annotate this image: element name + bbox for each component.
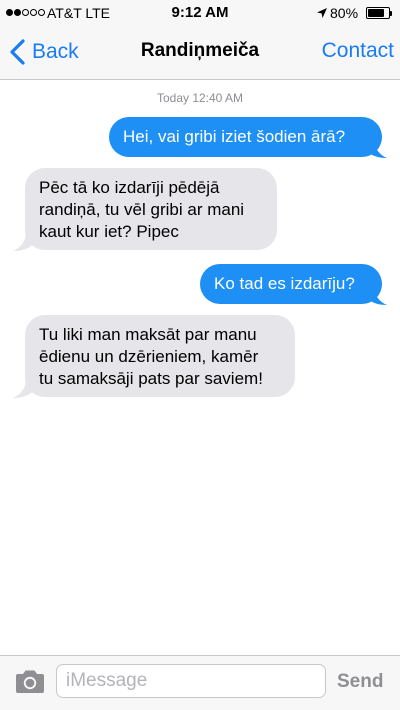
battery-tip: [390, 11, 392, 16]
status-bar: AT&T LTE 9:12 AM 80%: [0, 0, 400, 26]
bubble-tail: [13, 379, 34, 398]
navigation-bar: Back Randiņmeiča Contact: [0, 26, 400, 80]
battery-percent: 80%: [330, 5, 359, 21]
message-bubble-incoming: Pēc tā ko izdarīji pēdējā randiņā, tu vē…: [25, 168, 277, 250]
message-bubble-outgoing: Hei, vai gribi iziet šodien ārā?: [109, 117, 382, 157]
battery-icon: [366, 7, 390, 19]
message-bubble-outgoing: Ko tad es izdarīju?: [200, 264, 382, 304]
bubble-tail: [13, 232, 34, 251]
send-button[interactable]: Send: [337, 671, 383, 693]
camera-icon[interactable]: [14, 669, 46, 695]
battery-level: [368, 9, 384, 17]
message-input-bar: Send: [0, 655, 400, 710]
bubble-tail: [366, 139, 387, 158]
bubble-tail: [366, 286, 387, 305]
message-timestamp: Today 12:40 AM: [156, 91, 244, 105]
message-bubble-incoming: Tu liki man maksāt par manu ēdienu un dz…: [25, 315, 295, 397]
imessage-input[interactable]: [56, 664, 326, 698]
contact-button[interactable]: Contact: [322, 39, 394, 63]
location-arrow-icon: [317, 8, 327, 18]
